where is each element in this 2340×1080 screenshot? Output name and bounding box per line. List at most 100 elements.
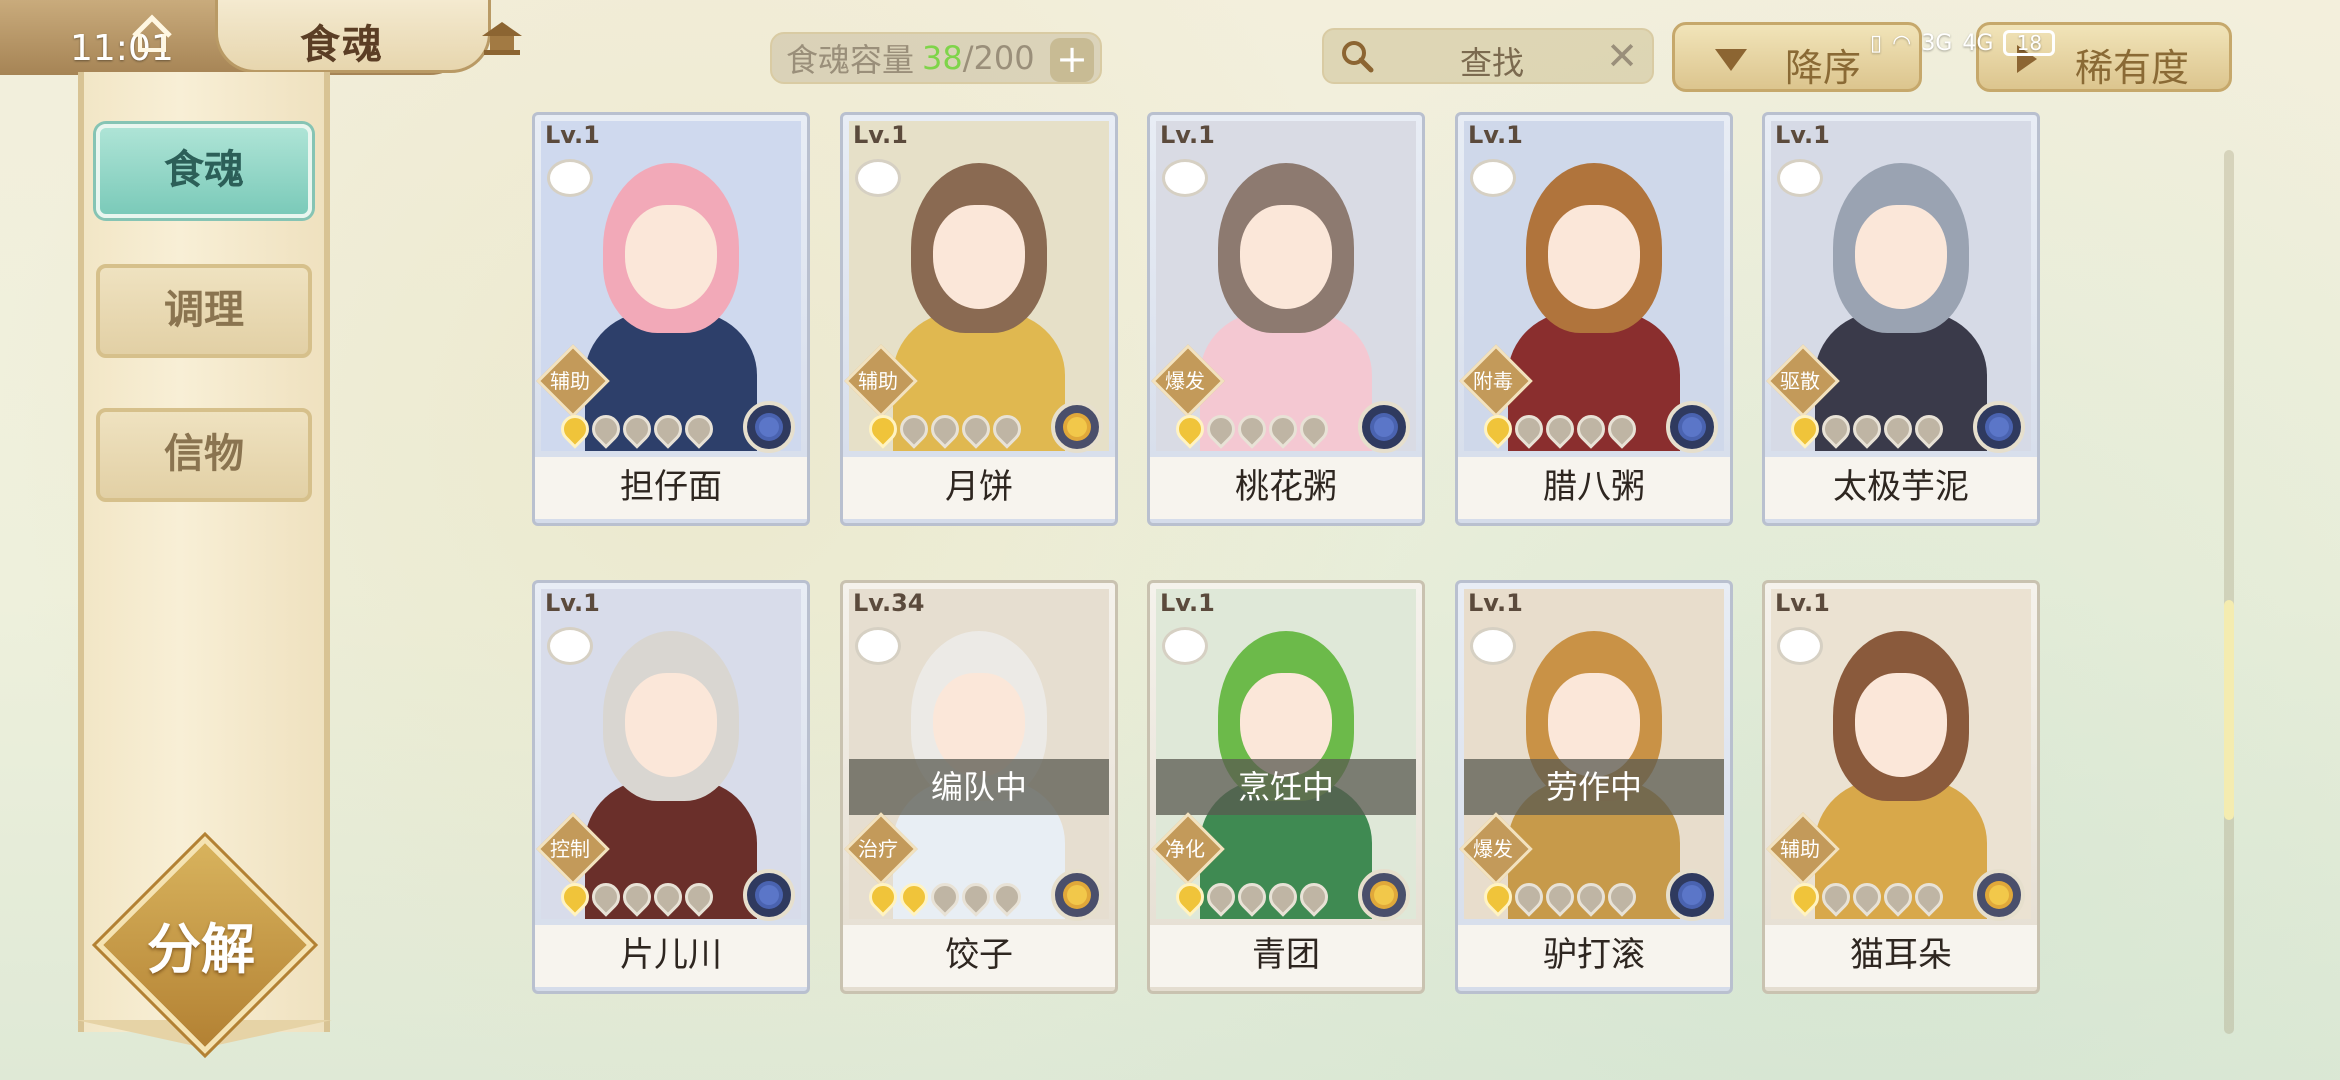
search-input[interactable]: 查找 ✕ xyxy=(1322,28,1654,84)
card-name: 担仔面 xyxy=(535,457,807,519)
star-lit-icon xyxy=(1785,877,1825,917)
capacity-separator: / xyxy=(962,39,974,77)
star-empty-icon xyxy=(956,877,996,917)
flower-center xyxy=(759,417,779,437)
portrait-face xyxy=(1855,673,1947,777)
card-name: 桃花粥 xyxy=(1150,457,1422,519)
capacity-current: 38 xyxy=(922,39,963,77)
role-label: 驱散 xyxy=(1780,369,1820,393)
card-level: Lv.1 xyxy=(1160,121,1215,149)
role-label: 爆发 xyxy=(1165,369,1205,393)
star-empty-icon xyxy=(1571,409,1611,449)
role-label: 辅助 xyxy=(1780,837,1820,861)
card-level: Lv.1 xyxy=(1468,121,1523,149)
food-soul-card[interactable]: Lv.1 劳作中 爆发 驴打滚 xyxy=(1455,580,1733,994)
star-empty-icon xyxy=(1909,877,1949,917)
star-empty-icon xyxy=(1816,877,1856,917)
star-empty-icon xyxy=(1232,409,1272,449)
star-empty-icon xyxy=(1816,409,1856,449)
star-empty-icon xyxy=(1232,877,1272,917)
element-flower-icon xyxy=(1666,401,1718,453)
star-empty-icon xyxy=(1263,409,1303,449)
clear-icon[interactable]: ✕ xyxy=(1606,34,1638,78)
sidebar-item-xinwu[interactable]: 信物 xyxy=(96,408,312,502)
food-soul-card[interactable]: Lv.1 烹饪中 净化 青团 xyxy=(1147,580,1425,994)
food-soul-card[interactable]: Lv.1 辅助 猫耳朵 xyxy=(1762,580,2040,994)
flower-center xyxy=(1374,885,1394,905)
star-empty-icon xyxy=(1540,409,1580,449)
decompose-label[interactable]: 分解 xyxy=(118,905,284,984)
star-rating xyxy=(1170,877,1334,917)
star-empty-icon xyxy=(1878,877,1918,917)
star-empty-icon xyxy=(679,409,719,449)
vibrate-icon: ▯ xyxy=(1870,30,1883,56)
flower-center xyxy=(1989,885,2009,905)
battery-indicator: 18 xyxy=(2003,30,2056,56)
role-badge: 控制 xyxy=(536,812,610,886)
star-empty-icon xyxy=(586,877,626,917)
capacity-label: 食魂容量 xyxy=(786,41,915,79)
star-rating xyxy=(1478,409,1642,449)
plate-icon xyxy=(1162,159,1208,197)
star-lit-icon xyxy=(1478,877,1518,917)
flower-center xyxy=(1067,885,1087,905)
card-level: Lv.1 xyxy=(853,121,908,149)
flower-center xyxy=(1989,417,2009,437)
card-name: 青团 xyxy=(1150,925,1422,987)
star-rating xyxy=(863,409,1027,449)
sidebar-item-tiaoli[interactable]: 调理 xyxy=(96,264,312,358)
star-lit-icon xyxy=(1785,409,1825,449)
food-soul-card[interactable]: Lv.1 辅助 月饼 xyxy=(840,112,1118,526)
plate-icon xyxy=(855,159,901,197)
flower-center xyxy=(759,885,779,905)
element-flower-icon xyxy=(1358,869,1410,921)
sort-order-label: 降序 xyxy=(1785,46,1862,90)
role-badge: 治疗 xyxy=(844,812,918,886)
capacity-max: 200 xyxy=(973,39,1035,77)
star-empty-icon xyxy=(1847,409,1887,449)
food-soul-card[interactable]: Lv.1 附毒 腊八粥 xyxy=(1455,112,1733,526)
role-badge: 辅助 xyxy=(536,344,610,418)
star-lit-icon xyxy=(863,409,903,449)
food-soul-card[interactable]: Lv.1 辅助 担仔面 xyxy=(532,112,810,526)
page-title: 食魂 xyxy=(300,22,384,68)
food-soul-card[interactable]: Lv.1 驱散 太极芋泥 xyxy=(1762,112,2040,526)
portrait-face xyxy=(625,205,717,309)
scrollbar-track[interactable] xyxy=(2224,150,2234,1034)
element-flower-icon xyxy=(743,869,795,921)
role-label: 控制 xyxy=(550,837,590,861)
network-a: 3G xyxy=(1921,30,1953,56)
portrait-face xyxy=(1548,205,1640,309)
food-soul-card[interactable]: Lv.1 爆发 桃花粥 xyxy=(1147,112,1425,526)
star-lit-icon xyxy=(1170,877,1210,917)
food-soul-card[interactable]: Lv.34 编队中 治疗 饺子 xyxy=(840,580,1118,994)
role-badge: 爆发 xyxy=(1459,812,1533,886)
star-lit-icon xyxy=(1478,409,1518,449)
card-status-banner: 烹饪中 xyxy=(1156,759,1416,815)
search-icon xyxy=(1342,41,1374,73)
sidebar-item-shihun[interactable]: 食魂 xyxy=(96,124,312,218)
scrollbar-thumb[interactable] xyxy=(2224,600,2234,820)
card-level: Lv.1 xyxy=(1160,589,1215,617)
card-status-banner: 编队中 xyxy=(849,759,1109,815)
element-flower-icon xyxy=(1358,401,1410,453)
star-rating xyxy=(555,409,719,449)
plate-icon xyxy=(1470,159,1516,197)
system-status-bar: ▯ ◠ 3G 4G 18 xyxy=(1870,30,2056,56)
role-badge: 驱散 xyxy=(1766,344,1840,418)
star-empty-icon xyxy=(586,409,626,449)
plate-icon xyxy=(547,627,593,665)
star-empty-icon xyxy=(1602,409,1642,449)
capacity-add-button[interactable]: + xyxy=(1050,38,1094,82)
portrait-face xyxy=(1240,205,1332,309)
star-rating xyxy=(1170,409,1334,449)
star-empty-icon xyxy=(956,409,996,449)
star-empty-icon xyxy=(1847,877,1887,917)
back-home-icon[interactable] xyxy=(130,12,174,56)
role-badge: 净化 xyxy=(1151,812,1225,886)
star-lit-icon xyxy=(1170,409,1210,449)
card-level: Lv.1 xyxy=(1775,589,1830,617)
star-empty-icon xyxy=(987,409,1027,449)
food-soul-card[interactable]: Lv.1 控制 片儿川 xyxy=(532,580,810,994)
triangle-down-icon xyxy=(1715,49,1747,71)
